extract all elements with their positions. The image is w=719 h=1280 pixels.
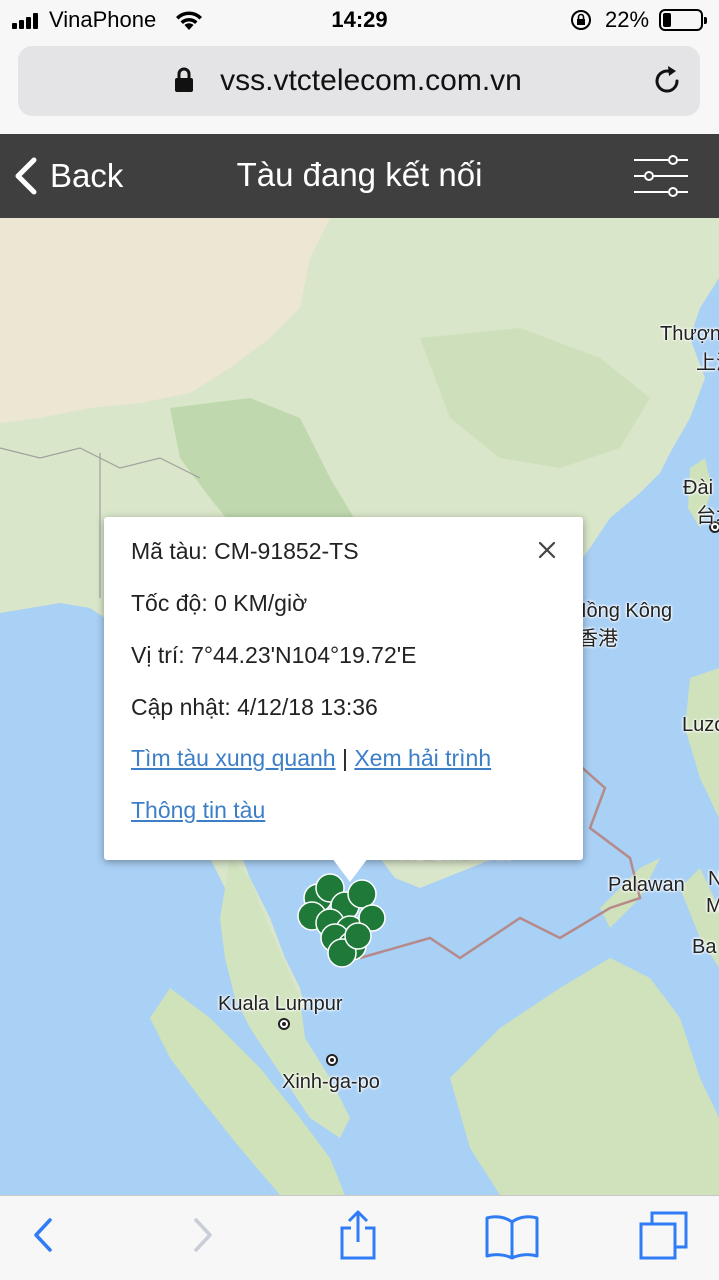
info-link-row: Thông tin tàu [131, 797, 265, 824]
map-label-m: M [706, 895, 719, 917]
updated-row: Cập nhật: 4/12/18 13:36 [131, 694, 378, 721]
map-label-shanghai: Thượng [660, 323, 719, 345]
links-row: Tìm tàu xung quanh | Xem hải trình [131, 745, 491, 772]
map-label-taipei-cjk: 台北 [696, 505, 719, 527]
url-text[interactable]: vss.vtctelecom.com.vn [18, 64, 700, 98]
speed-row: Tốc độ: 0 KM/giờ [131, 590, 307, 617]
map-label-taipei: Đài [683, 477, 714, 499]
map-label-palawan: Palawan [608, 874, 685, 896]
close-icon[interactable] [536, 539, 558, 561]
browser-toolbar [0, 1195, 719, 1280]
speed-value: 0 KM/giờ [214, 590, 308, 616]
vessel-id-value: CM-91852-TS [214, 538, 359, 564]
battery-percentage: 22% [605, 7, 650, 32]
battery-icon [659, 9, 707, 31]
back-label: Back [50, 157, 124, 194]
forward-arrow-icon[interactable] [188, 1210, 218, 1260]
map-label-luzon: Luzo [682, 714, 719, 736]
reload-icon[interactable] [651, 65, 683, 97]
back-arrow-icon[interactable] [28, 1210, 58, 1260]
view-voyage-link[interactable]: Xem hải trình [354, 745, 491, 771]
tabs-icon[interactable] [638, 1210, 690, 1260]
map-label-shanghai-cjk: 上海 [696, 352, 719, 374]
vessel-info-popup: Mã tàu: CM-91852-TS Tốc độ: 0 KM/giờ Vị … [104, 517, 583, 882]
updated-label: Cập nhật: [131, 694, 231, 720]
vessel-id-row: Mã tàu: CM-91852-TS [131, 538, 359, 565]
position-label: Vị trí: [131, 642, 185, 668]
app-header: Back Tàu đang kết nối [0, 134, 719, 218]
position-value: 7°44.23'N104°19.72'E [191, 642, 417, 668]
map-label-n: N [708, 868, 719, 890]
vessel-info-link[interactable]: Thông tin tàu [131, 797, 265, 823]
link-separator: | [341, 745, 348, 771]
filter-settings-icon[interactable] [632, 154, 690, 198]
popup-pointer [332, 858, 368, 882]
chevron-left-icon [15, 157, 37, 195]
map-label-hong-kong: Hồng Kông [572, 600, 673, 622]
status-bar: VinaPhone 14:29 22% [0, 0, 719, 40]
find-nearby-vessels-link[interactable]: Tìm tàu xung quanh [131, 745, 336, 771]
map-label-kuala-lumpur: Kuala Lumpur [218, 993, 343, 1015]
rotation-lock-icon [571, 10, 591, 30]
map-label-ba: Ba [692, 936, 717, 958]
speed-label: Tốc độ: [131, 590, 208, 616]
bookmarks-icon[interactable] [484, 1210, 540, 1260]
map-label-singapore: Xinh-ga-po [282, 1071, 380, 1093]
updated-value: 4/12/18 13:36 [237, 694, 378, 720]
share-icon[interactable] [336, 1210, 380, 1260]
map-label-hong-kong-cjk: 香港 [578, 628, 618, 650]
back-button[interactable]: Back [12, 152, 123, 200]
address-bar[interactable]: vss.vtctelecom.com.vn [18, 46, 700, 116]
position-row: Vị trí: 7°44.23'N104°19.72'E [131, 642, 416, 669]
vessel-id-label: Mã tàu: [131, 538, 208, 564]
